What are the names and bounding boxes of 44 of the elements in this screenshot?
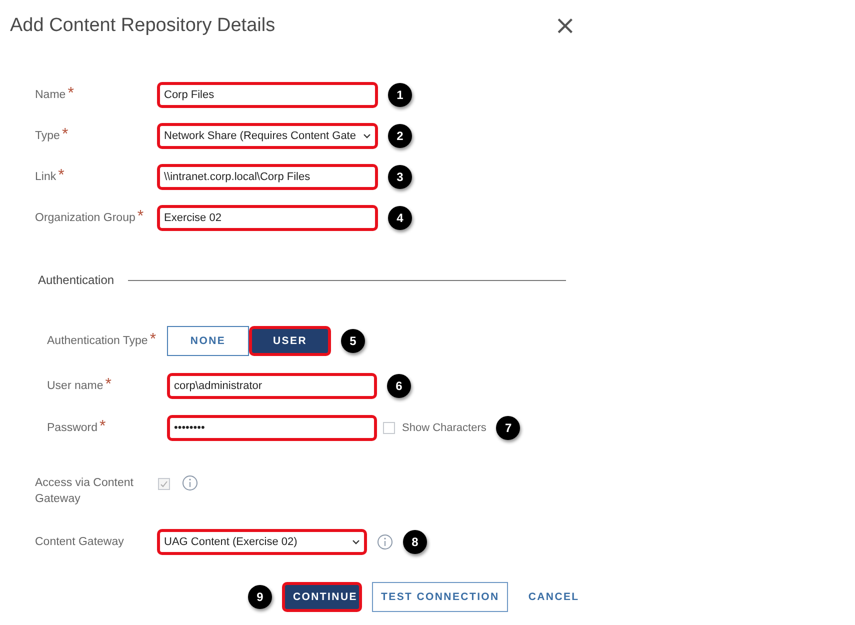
password-field[interactable]: •••••••• <box>167 415 377 441</box>
callout-badge: 8 <box>403 530 427 554</box>
callout-badge: 2 <box>388 124 412 148</box>
toggle-option[interactable]: USER <box>249 326 331 356</box>
callout-badge: 7 <box>496 416 520 440</box>
field-label: User name <box>47 379 104 394</box>
callout-badge: 1 <box>388 82 412 106</box>
required-asterisk: * <box>105 378 112 392</box>
dialog-title: Add Content Repository Details <box>10 15 276 37</box>
toggle-option[interactable]: NONE <box>167 326 249 356</box>
field-label: Access via Content Gateway <box>35 476 134 507</box>
chevron-down-icon <box>352 539 360 545</box>
dropdown[interactable]: Network Share (Requires Content Gate <box>157 122 378 148</box>
callout-badge: 5 <box>341 329 365 353</box>
required-asterisk: * <box>68 86 74 100</box>
field-label: Type <box>35 128 60 144</box>
action-button[interactable]: CONTINUE <box>282 582 362 612</box>
field-label: Content Gateway <box>35 535 124 550</box>
callout-badge: 9 <box>248 585 272 609</box>
required-asterisk: * <box>62 128 68 142</box>
callout-badge: 4 <box>388 206 412 230</box>
field-label: Password <box>47 421 98 436</box>
required-asterisk: * <box>100 420 106 434</box>
field-label: Link <box>35 170 56 184</box>
dropdown[interactable]: UAG Content (Exercise 02) <box>157 529 367 555</box>
chevron-down-icon <box>363 132 371 138</box>
callout-badge: 6 <box>387 374 411 398</box>
cancel-link[interactable]: CANCEL <box>520 582 588 612</box>
required-asterisk: * <box>58 168 64 182</box>
input-field[interactable]: corp\administrator <box>167 373 377 399</box>
input-field[interactable]: Corp Files <box>157 82 378 108</box>
required-asterisk: * <box>137 210 144 224</box>
checkbox[interactable] <box>383 422 395 434</box>
required-asterisk: * <box>150 333 156 347</box>
field-label: Organization Group <box>35 210 136 226</box>
callout-badge: 3 <box>388 164 412 188</box>
field-label: Authentication Type <box>47 334 148 349</box>
input-field[interactable]: \\intranet.corp.local\Corp Files <box>157 164 378 190</box>
field-label: Name <box>35 88 66 102</box>
action-button[interactable]: TEST CONNECTION <box>372 582 508 612</box>
close-button[interactable]: × <box>554 13 576 39</box>
checkbox-label: Show Characters <box>402 422 486 434</box>
input-field[interactable]: Exercise 02 <box>157 204 378 230</box>
section-heading: Authentication <box>38 273 114 287</box>
